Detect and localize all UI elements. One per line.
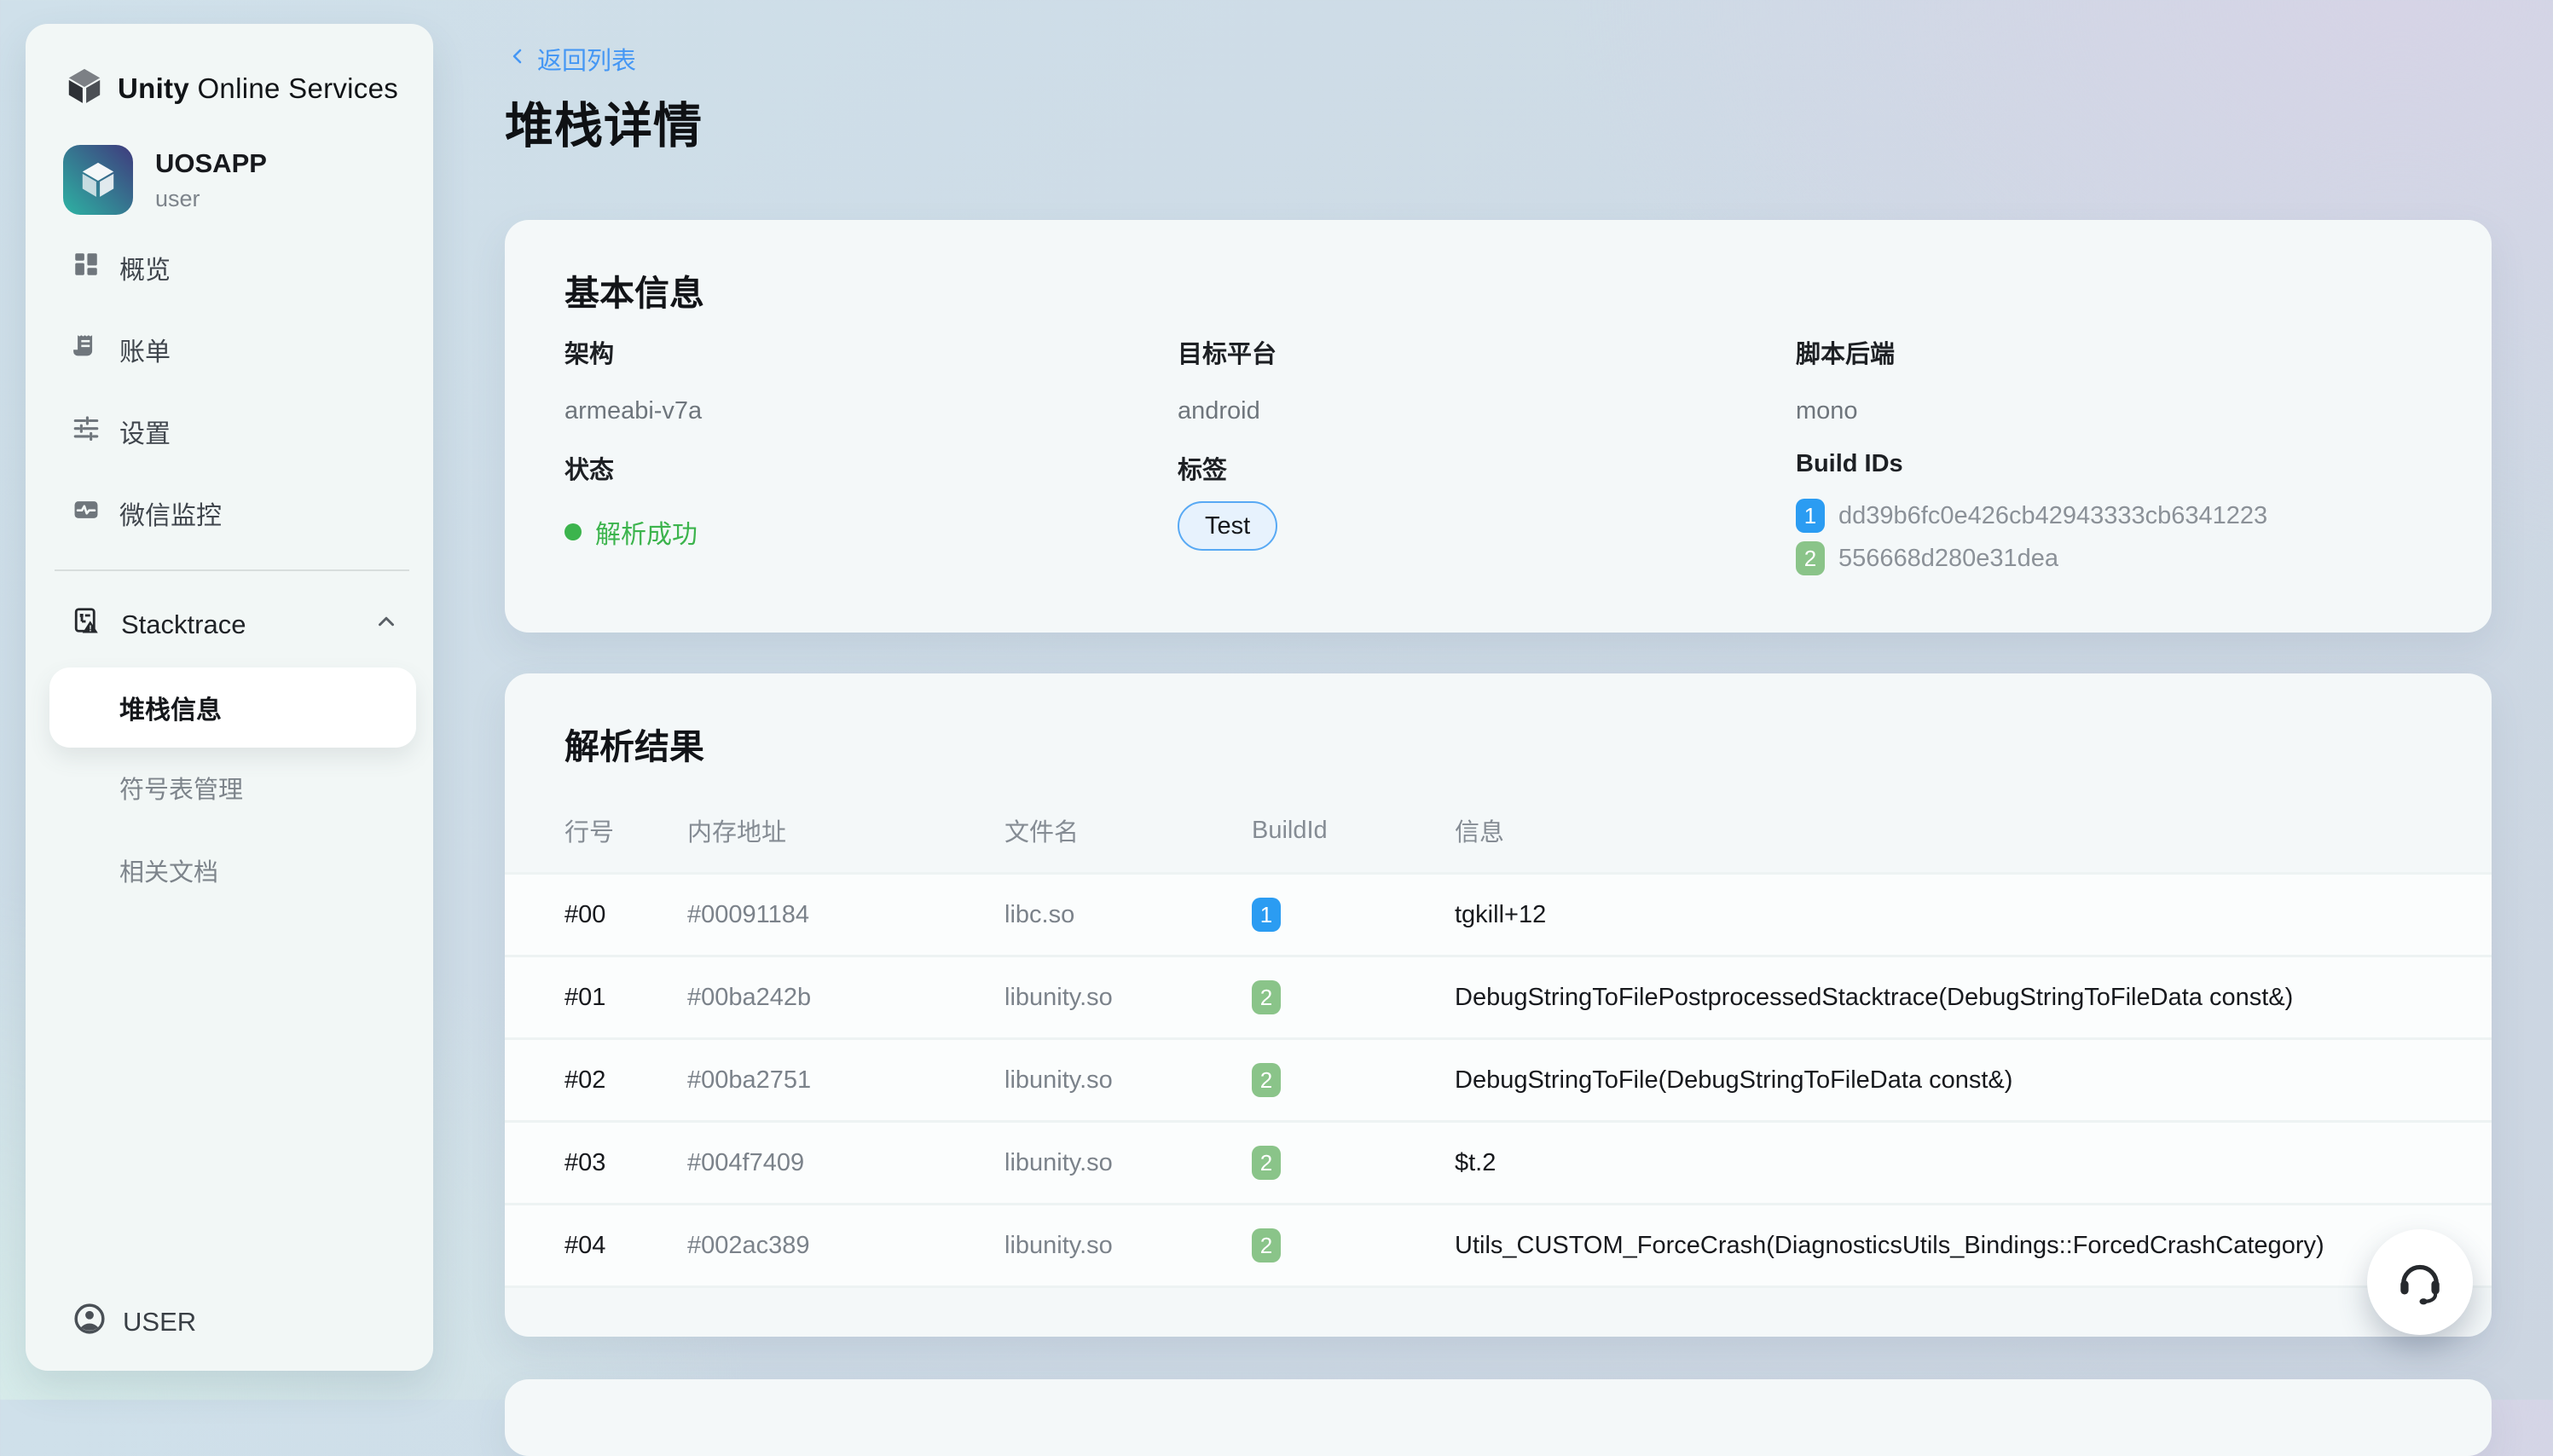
sidebar-item-billing[interactable]: 账单 bbox=[26, 309, 433, 390]
app-name: UOSAPP bbox=[155, 148, 267, 179]
headset-icon bbox=[2394, 1254, 2446, 1311]
field-tag: 标签 Test bbox=[1178, 450, 1277, 551]
svg-text:!: ! bbox=[89, 624, 91, 633]
basic-info-card: 基本信息 架构 armeabi-v7a 目标平台 android 脚本后端 mo… bbox=[505, 220, 2492, 633]
sidebar-item-label: 相关文档 bbox=[119, 852, 218, 888]
app-switcher[interactable]: UOSAPP user bbox=[63, 145, 267, 215]
back-chevron-icon bbox=[508, 45, 529, 73]
field-target-platform: 目标平台 android bbox=[1178, 334, 1276, 425]
col-memory-address: 内存地址 bbox=[687, 812, 1004, 848]
basic-info-title: 基本信息 bbox=[564, 264, 704, 315]
build-id-row: 2 556668d280e31dea bbox=[1796, 541, 2267, 575]
sidebar-item-wechat-monitor[interactable]: 微信监控 bbox=[26, 472, 433, 554]
results-table-body: #00 #00091184 libc.so 1 tgkill+12 #01 #0… bbox=[505, 872, 2492, 1288]
user-account[interactable]: USER bbox=[73, 1303, 196, 1342]
brand-logo: Unity Online Services bbox=[65, 66, 398, 110]
sidebar-item-label: 概览 bbox=[119, 249, 171, 286]
sidebar-item-label: 设置 bbox=[119, 413, 171, 450]
col-build-id: BuildId bbox=[1252, 817, 1455, 845]
build-id-badge: 1 bbox=[1252, 898, 1281, 932]
status-dot-icon bbox=[564, 523, 582, 540]
col-message: 信息 bbox=[1455, 812, 2432, 848]
sidebar-item-label: 堆栈信息 bbox=[119, 689, 222, 726]
field-build-ids: Build IDs 1 dd39b6fc0e426cb42943333cb634… bbox=[1796, 450, 2267, 575]
backend-value: mono bbox=[1796, 397, 1895, 425]
app-avatar bbox=[63, 145, 133, 215]
status-badge: 解析成功 bbox=[564, 513, 698, 551]
overview-grid-icon bbox=[72, 250, 101, 286]
results-table-header: 行号 内存地址 文件名 BuildId 信息 bbox=[505, 806, 2492, 854]
next-card-partial bbox=[505, 1379, 2492, 1456]
sidebar-group-label: Stacktrace bbox=[121, 610, 246, 640]
sidebar-item-docs[interactable]: 相关文档 bbox=[49, 836, 416, 904]
app-role: user bbox=[155, 186, 267, 212]
page-title: 堆栈详情 bbox=[505, 87, 703, 157]
unity-cube-icon bbox=[65, 66, 104, 110]
billing-receipt-icon bbox=[72, 332, 101, 367]
parse-results-title: 解析结果 bbox=[564, 718, 704, 769]
support-button[interactable] bbox=[2367, 1229, 2473, 1335]
wechat-monitor-icon bbox=[72, 495, 101, 531]
build-id-2-hash: 556668d280e31dea bbox=[1838, 545, 2058, 573]
sidebar-item-label: 符号表管理 bbox=[119, 770, 243, 806]
user-avatar-icon bbox=[73, 1303, 106, 1342]
sidebar-item-settings[interactable]: 设置 bbox=[26, 390, 433, 472]
field-status: 状态 解析成功 bbox=[564, 450, 698, 551]
build-id-badge: 2 bbox=[1252, 1146, 1281, 1180]
brand-name: Unity Online Services bbox=[118, 72, 398, 105]
build-id-row: 1 dd39b6fc0e426cb42943333cb6341223 bbox=[1796, 499, 2267, 533]
field-scripting-backend: 脚本后端 mono bbox=[1796, 334, 1895, 425]
settings-sliders-icon bbox=[72, 413, 101, 449]
field-architecture: 架构 armeabi-v7a bbox=[564, 334, 702, 425]
table-row[interactable]: #01 #00ba242b libunity.so 2 DebugStringT… bbox=[505, 957, 2492, 1040]
build-id-2-badge: 2 bbox=[1796, 541, 1825, 575]
table-row[interactable]: #03 #004f7409 libunity.so 2 $t.2 bbox=[505, 1123, 2492, 1205]
sidebar-menu: 概览 账单 设置 bbox=[26, 227, 433, 554]
table-row[interactable]: #02 #00ba2751 libunity.so 2 DebugStringT… bbox=[505, 1040, 2492, 1123]
build-id-1-badge: 1 bbox=[1796, 499, 1825, 533]
sidebar-item-label: 账单 bbox=[119, 331, 171, 368]
sidebar-item-stack-info[interactable]: 堆栈信息 bbox=[49, 667, 416, 748]
stacktrace-icon: ! bbox=[72, 606, 102, 644]
build-id-badge: 2 bbox=[1252, 1063, 1281, 1097]
col-file-name: 文件名 bbox=[1004, 812, 1252, 848]
build-id-badge: 2 bbox=[1252, 980, 1281, 1014]
platform-value: android bbox=[1178, 397, 1276, 425]
table-row[interactable]: #00 #00091184 libc.so 1 tgkill+12 bbox=[505, 875, 2492, 957]
parse-results-card: 解析结果 行号 内存地址 文件名 BuildId 信息 #00 #0009118… bbox=[505, 673, 2492, 1337]
sidebar-item-symbol-tables[interactable]: 符号表管理 bbox=[49, 754, 416, 822]
sidebar-group-stacktrace[interactable]: ! Stacktrace bbox=[26, 586, 433, 663]
col-line-no: 行号 bbox=[564, 812, 687, 848]
build-id-badge: 2 bbox=[1252, 1228, 1281, 1262]
sidebar: Unity Online Services UOSAPP user bbox=[26, 24, 433, 1371]
sidebar-item-label: 微信监控 bbox=[119, 494, 222, 532]
table-row[interactable]: #04 #002ac389 libunity.so 2 Utils_CUSTOM… bbox=[505, 1205, 2492, 1288]
build-id-1-hash: dd39b6fc0e426cb42943333cb6341223 bbox=[1838, 502, 2267, 530]
architecture-value: armeabi-v7a bbox=[564, 397, 702, 425]
user-label: USER bbox=[123, 1307, 196, 1338]
sidebar-divider bbox=[55, 569, 409, 571]
back-to-list-link[interactable]: 返回列表 bbox=[508, 41, 636, 77]
chevron-up-icon[interactable] bbox=[373, 609, 399, 641]
tag-pill[interactable]: Test bbox=[1178, 501, 1277, 551]
sidebar-item-overview[interactable]: 概览 bbox=[26, 227, 433, 309]
